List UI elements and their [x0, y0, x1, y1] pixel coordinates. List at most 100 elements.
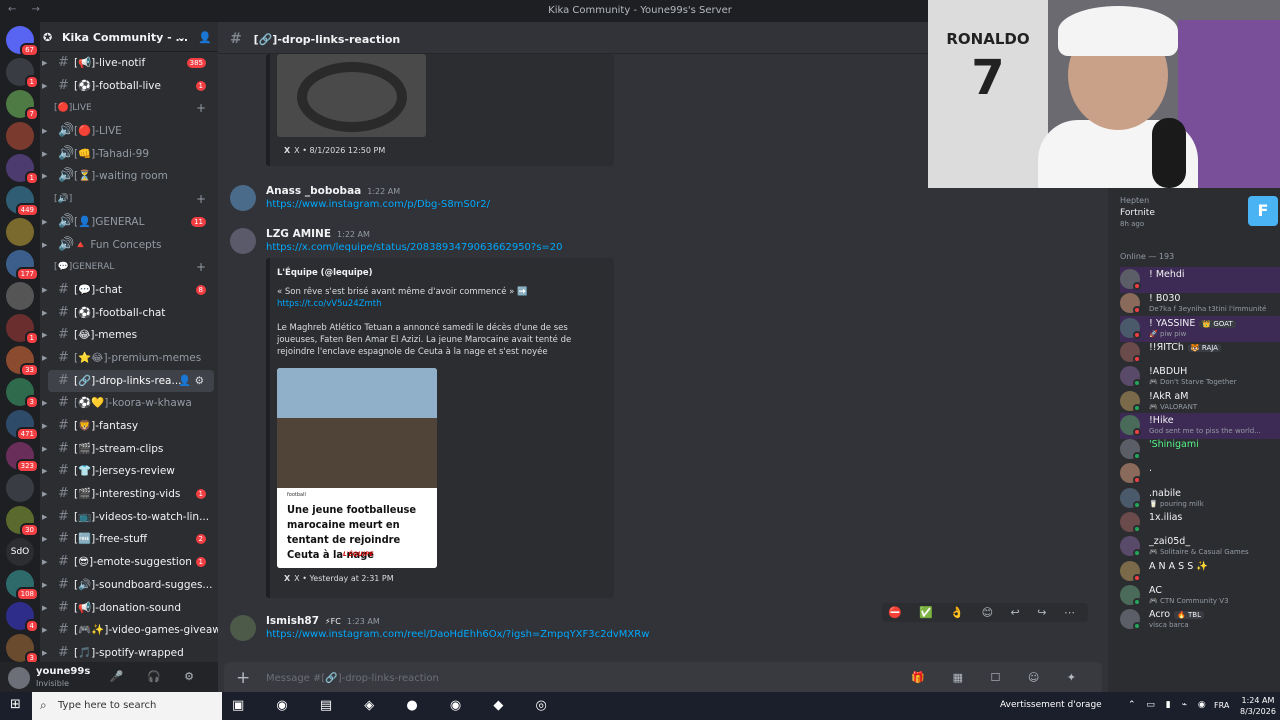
embed-shortlink[interactable]: https://t.co/vV5u24Zmth: [277, 298, 382, 310]
windows-start-icon[interactable]: ⊞: [10, 698, 24, 712]
channel-item[interactable]: ▶ 🔊[👤]GENERAL 11: [40, 211, 218, 234]
member-item[interactable]: !ABDUH 🎮 Don't Starve Together: [1120, 364, 1280, 390]
channel-item[interactable]: ▶ # [📺]-videos-to-watch-lin...: [40, 506, 218, 529]
channel-item[interactable]: ▶ # [🎵]-spotify-wrapped: [40, 642, 218, 662]
channel-item[interactable]: ▶ # [⚽]-football-chat: [40, 302, 218, 325]
message-input[interactable]: Message #[🔗]-drop-links-reaction: [266, 673, 439, 684]
server-icon[interactable]: 3: [6, 378, 39, 409]
author-name[interactable]: LZG AMINE: [266, 228, 331, 240]
avatar[interactable]: [230, 228, 256, 254]
server-icon[interactable]: 1: [6, 314, 39, 345]
channel-item[interactable]: ▶ # [⚽💛]-koora-w-khawa: [40, 392, 218, 415]
channel-item[interactable]: ▶ # [🆓]-free-stuff 2: [40, 528, 218, 551]
message-link[interactable]: https://www.instagram.com/reel/DaoHdEhh6…: [266, 629, 649, 640]
user-controls[interactable]: 🎤 🎧 ⚙: [110, 670, 204, 683]
channel-item[interactable]: ▶ # [📢]-live-notif 385: [40, 52, 218, 75]
channel-category[interactable]: [💬]GENERAL +: [40, 256, 218, 279]
channel-item[interactable]: ▶ # [💬]-chat 8: [40, 279, 218, 302]
server-icon[interactable]: 30: [6, 506, 39, 537]
message-author[interactable]: LZG AMINE 1:22 AM: [266, 228, 370, 240]
member-item[interactable]: ! Mehdi: [1120, 267, 1280, 293]
server-icon[interactable]: 108: [6, 570, 39, 601]
message-link[interactable]: https://www.instagram.com/p/Dbg-S8mS0r2/: [266, 199, 490, 210]
server-icon[interactable]: SdO: [6, 538, 34, 566]
embed-image[interactable]: [277, 54, 426, 137]
message-author[interactable]: Anass _bobobaa 1:22 AM: [266, 185, 400, 197]
add-channel-icon[interactable]: +: [196, 188, 206, 210]
embed-author[interactable]: L'Équipe (@lequipe): [277, 267, 373, 279]
member-item[interactable]: !AkR aM 🎮 VALORANT: [1120, 389, 1280, 415]
server-icon[interactable]: 4: [6, 602, 39, 633]
taskbar-search[interactable]: ⌕ Type here to search: [32, 692, 222, 720]
channel-item[interactable]: ▶ # [🎬]-stream-clips: [40, 438, 218, 461]
member-item[interactable]: AC 🎮 CTN Community V3: [1120, 583, 1280, 609]
language-indicator[interactable]: FRA: [1214, 701, 1229, 710]
member-item[interactable]: ! YASSINE 👑 GOAT 🚀 piw piw: [1120, 315, 1280, 342]
system-tray[interactable]: ⌃ ▭ ▮ ⌁ ◉: [1128, 700, 1210, 710]
add-attachment-icon[interactable]: +: [236, 668, 250, 688]
channel-category[interactable]: [🔊] +: [40, 188, 218, 211]
clock[interactable]: 1:24 AM 8/3/2026: [1240, 695, 1276, 717]
member-item[interactable]: Acro 🔥 TBL visca barca: [1120, 607, 1280, 633]
channel-item[interactable]: ▶ 🔊[🔴]-LIVE: [40, 120, 218, 143]
member-item[interactable]: 'Shinigami: [1120, 437, 1280, 463]
channel-item[interactable]: ▶ # [📢]-donation-sound: [40, 597, 218, 620]
member-item[interactable]: .: [1120, 461, 1280, 487]
author-name[interactable]: Ismish87: [266, 615, 319, 627]
server-icon[interactable]: [6, 282, 34, 310]
add-member-icon[interactable]: 👤: [198, 31, 212, 44]
server-icon[interactable]: 449: [6, 186, 39, 217]
member-item[interactable]: ! B030 De7ka f 3eyniha t3tini l'immunité: [1120, 291, 1280, 317]
server-icon[interactable]: 1: [6, 154, 39, 185]
author-name[interactable]: Anass _bobobaa: [266, 185, 361, 197]
message-link[interactable]: https://x.com/lequipe/status/20838934790…: [266, 242, 563, 253]
server-icon[interactable]: 471: [6, 410, 39, 441]
server-icon[interactable]: 7: [6, 90, 39, 121]
member-item[interactable]: _zai05d_ 🎮 Solitaire & Casual Games: [1120, 534, 1280, 560]
avatar[interactable]: [8, 667, 30, 689]
member-item[interactable]: !!ЯITCh 🐯 RAJA: [1120, 340, 1280, 366]
channel-item[interactable]: ▶ # [😂]-memes: [40, 324, 218, 347]
channel-item[interactable]: ▶ 🔊[⏳]-waiting room: [40, 165, 218, 188]
channel-item[interactable]: ▶ # [🎮✨]-video-games-giveaw...: [40, 619, 218, 642]
server-icon[interactable]: 1: [6, 58, 39, 89]
channel-category[interactable]: [🔴]LIVE +: [40, 97, 218, 120]
avatar[interactable]: [230, 185, 256, 211]
activity-card[interactable]: Hepten Fortnite 8h ago F: [1120, 196, 1278, 228]
server-icon[interactable]: 323: [6, 442, 39, 473]
member-item[interactable]: !Hike God sent me to piss the world...: [1120, 412, 1280, 439]
member-item[interactable]: A N A S S ✨: [1120, 559, 1280, 585]
channel-item[interactable]: ▶ # [⭐😂]-premium-memes: [40, 347, 218, 370]
weather-alert[interactable]: Avertissement d'orage: [1000, 700, 1102, 710]
composer-tools[interactable]: 🎁 ▦ ☐ ☺ ✦: [911, 671, 1088, 684]
avatar[interactable]: [230, 615, 256, 641]
add-channel-icon[interactable]: +: [196, 256, 206, 278]
server-icon[interactable]: 3: [6, 634, 39, 665]
channel-item[interactable]: ▶ # [⚽]-football-live 1: [40, 75, 218, 98]
server-icon[interactable]: [6, 218, 34, 246]
channel-item[interactable]: ▶ # [🦁]-fantasy: [40, 415, 218, 438]
server-icon[interactable]: 67: [6, 26, 39, 57]
channel-item[interactable]: ▶ # [😎]-emote-suggestion 1: [40, 551, 218, 574]
message-composer[interactable]: + Message #[🔗]-drop-links-reaction 🎁 ▦ ☐…: [224, 662, 1102, 696]
server-header[interactable]: ✪ Kika Community - ... ⌄ 👤: [40, 22, 218, 52]
server-icon[interactable]: 177: [6, 250, 39, 281]
member-item[interactable]: .nabile 🥛 pouring milk: [1120, 486, 1280, 512]
server-icon[interactable]: 33: [6, 346, 39, 377]
channel-item[interactable]: # [🔗]-drop-links-rea... 👤 ⚙: [48, 369, 214, 393]
channel-item[interactable]: ▶ # [🎬]-interesting-vids 1: [40, 483, 218, 506]
server-icon[interactable]: [6, 122, 34, 150]
add-channel-icon[interactable]: +: [196, 97, 206, 119]
channel-settings-icon[interactable]: 👤 ⚙: [178, 370, 204, 392]
chevron-down-icon[interactable]: ⌄: [177, 31, 186, 44]
channel-item[interactable]: ▶ 🔊[👊]-Tahadi-99: [40, 143, 218, 166]
taskbar-apps[interactable]: ▣ ◉ ▤ ◈ ● ◉ ◆ ◎: [232, 698, 561, 713]
channel-item[interactable]: ▶ 🔊🔺 Fun Concepts: [40, 234, 218, 257]
channel-item[interactable]: ▶ # [👕]-jerseys-review: [40, 460, 218, 483]
message-actions[interactable]: ⛔ ✅ 👌 😊 ↩ ↪ ⋯: [882, 603, 1088, 622]
message-author[interactable]: Ismish87 ⚡FC 1:23 AM: [266, 615, 380, 627]
embed-image[interactable]: football Une jeune footballeuse marocain…: [277, 368, 437, 568]
server-icon[interactable]: [6, 474, 34, 502]
member-item[interactable]: 1x.ilias: [1120, 510, 1280, 536]
channel-item[interactable]: ▶ # [🔊]-soundboard-sugges...: [40, 574, 218, 597]
